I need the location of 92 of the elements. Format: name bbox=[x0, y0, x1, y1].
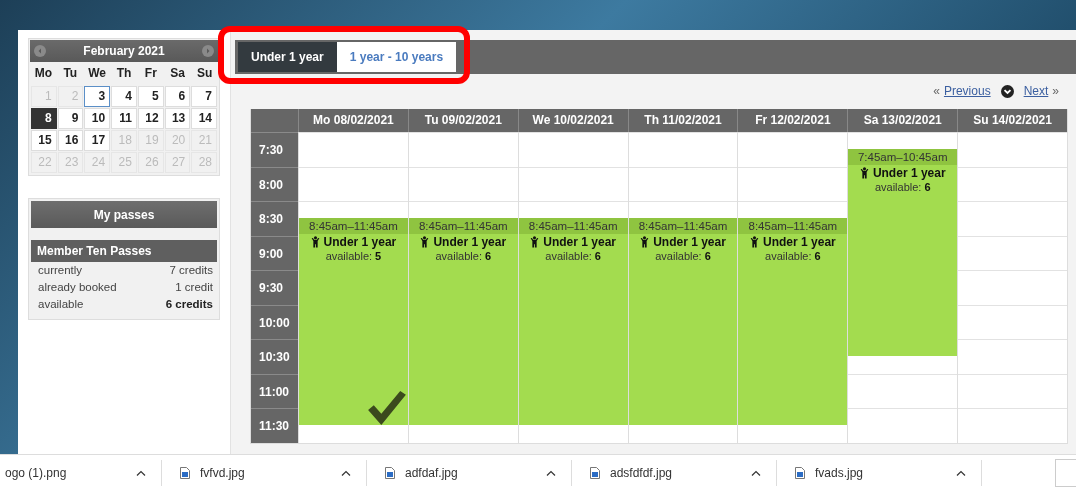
caret-up-icon[interactable] bbox=[956, 470, 966, 477]
pass-label: available bbox=[38, 298, 84, 312]
availability-count: 6 bbox=[484, 250, 492, 263]
event-title: Under 1 year bbox=[763, 235, 836, 250]
availability-count: 6 bbox=[814, 250, 821, 263]
calendar-day[interactable]: 7 bbox=[191, 86, 217, 107]
day-header: We 10/02/2021 bbox=[517, 109, 628, 132]
availability-label: available: bbox=[325, 250, 373, 263]
calendar-day[interactable]: 14 bbox=[191, 108, 217, 129]
availability-label: available: bbox=[435, 250, 482, 263]
child-icon bbox=[640, 236, 650, 249]
caret-up-icon[interactable] bbox=[751, 470, 761, 477]
calendar-day[interactable]: 13 bbox=[164, 108, 191, 129]
availability-label: available: bbox=[765, 250, 812, 263]
event-title: Under 1 year bbox=[543, 235, 616, 250]
day-header: Su 14/02/2021 bbox=[957, 109, 1067, 132]
weekday-label: Th bbox=[115, 66, 133, 80]
event-time: 8:45am–11:45am bbox=[299, 218, 408, 235]
calendar-day[interactable]: 3 bbox=[84, 86, 111, 107]
availability-count: 5 bbox=[375, 250, 382, 263]
day-header: Fr 12/02/2021 bbox=[737, 109, 848, 132]
event-block[interactable]: 7:45am–10:45am Under 1 year available: 6 bbox=[848, 149, 958, 357]
child-icon bbox=[310, 236, 320, 249]
day-header: Tu 09/02/2021 bbox=[407, 109, 518, 132]
month-title: February 2021 bbox=[83, 44, 165, 58]
calendar-day[interactable]: 6 bbox=[164, 86, 191, 107]
caret-up-icon[interactable] bbox=[136, 470, 146, 477]
event-block[interactable]: 8:45am–11:45am Under 1 year available: 6 bbox=[628, 218, 738, 426]
caret-up-icon[interactable] bbox=[341, 470, 351, 477]
pass-value: 6 credits bbox=[165, 298, 213, 312]
availability-label: available: bbox=[655, 250, 702, 263]
calendar-day[interactable]: 16 bbox=[57, 130, 84, 151]
availability-count: 6 bbox=[704, 250, 711, 263]
calendar-day[interactable]: 17 bbox=[84, 130, 111, 151]
availability-count: 6 bbox=[594, 250, 601, 263]
calendar-day[interactable]: 11 bbox=[111, 108, 137, 129]
file-name[interactable]: adfdaf.jpg bbox=[405, 466, 536, 481]
checkmark-icon bbox=[367, 391, 406, 426]
event-block[interactable]: 8:45am–11:45am Under 1 year available: 5 bbox=[299, 218, 408, 426]
event-block[interactable]: 8:45am–11:45am Under 1 year available: 6 bbox=[408, 218, 518, 426]
file-name[interactable]: fvfvd.jpg bbox=[200, 466, 331, 481]
passes-title: Member Ten Passes bbox=[31, 240, 217, 262]
weekday-label: Su bbox=[195, 66, 214, 80]
child-icon bbox=[530, 236, 540, 249]
next-arrow: » bbox=[1052, 84, 1059, 98]
day-header: Mo 08/02/2021 bbox=[298, 109, 408, 132]
availability-count: 6 bbox=[924, 181, 931, 194]
pass-label: already booked bbox=[38, 281, 117, 295]
event-title: Under 1 year bbox=[433, 235, 507, 250]
my-passes-button[interactable]: My passes bbox=[31, 201, 217, 228]
previous-arrow: « bbox=[933, 84, 940, 98]
calendar-day[interactable]: 9 bbox=[57, 108, 84, 129]
event-time: 7:45am–10:45am bbox=[848, 149, 958, 166]
caret-up-icon[interactable] bbox=[546, 470, 556, 477]
file-name[interactable]: fvads.jpg bbox=[815, 466, 946, 481]
calendar-day[interactable]: 12 bbox=[137, 108, 164, 129]
previous-link[interactable]: Previous bbox=[943, 84, 991, 98]
calendar-day[interactable]: 8 bbox=[31, 108, 57, 129]
tab[interactable]: Under 1 year bbox=[238, 42, 337, 72]
weekday-label: We bbox=[87, 66, 108, 80]
event-time: 8:45am–11:45am bbox=[518, 218, 628, 235]
weekday-label: Tu bbox=[62, 66, 79, 80]
child-icon bbox=[859, 167, 869, 180]
event-time: 8:45am–11:45am bbox=[408, 218, 518, 235]
pass-value: 7 credits bbox=[169, 264, 213, 278]
child-icon bbox=[750, 236, 759, 249]
file-name[interactable]: adsfdfdf.jpg bbox=[610, 466, 741, 481]
event-time: 8:45am–11:45am bbox=[628, 218, 738, 235]
availability-label: available: bbox=[545, 250, 592, 263]
event-block[interactable]: 8:45am–11:45am Under 1 year available: 6 bbox=[738, 218, 848, 426]
calendar-day[interactable]: 10 bbox=[84, 108, 111, 129]
day-header: Sa 13/02/2021 bbox=[847, 109, 958, 132]
calendar-day[interactable]: 5 bbox=[137, 86, 164, 107]
event-time: 8:45am–11:45am bbox=[738, 218, 848, 235]
weekday-label: Mo bbox=[33, 66, 54, 80]
event-title: Under 1 year bbox=[653, 235, 726, 250]
event-title: Under 1 year bbox=[872, 166, 946, 181]
file-name[interactable]: ogo (1).png bbox=[5, 466, 126, 481]
calendar-day[interactable]: 15 bbox=[31, 130, 57, 151]
weekday-label: Sa bbox=[169, 66, 187, 80]
child-icon bbox=[420, 236, 430, 249]
availability-label: available: bbox=[874, 181, 922, 194]
weekday-label: Fr bbox=[143, 66, 158, 80]
day-header: Th 11/02/2021 bbox=[627, 109, 738, 132]
chevron-down-icon[interactable] bbox=[1000, 84, 1014, 98]
pass-value: 1 credit bbox=[175, 281, 213, 295]
pass-label: currently bbox=[38, 264, 83, 278]
tab[interactable]: 1 year - 10 years bbox=[336, 42, 457, 72]
event-title: Under 1 year bbox=[323, 235, 397, 250]
calendar-day[interactable]: 4 bbox=[111, 86, 137, 107]
next-link[interactable]: Next bbox=[1023, 84, 1049, 98]
event-block[interactable]: 8:45am–11:45am Under 1 year available: 6 bbox=[518, 218, 628, 426]
